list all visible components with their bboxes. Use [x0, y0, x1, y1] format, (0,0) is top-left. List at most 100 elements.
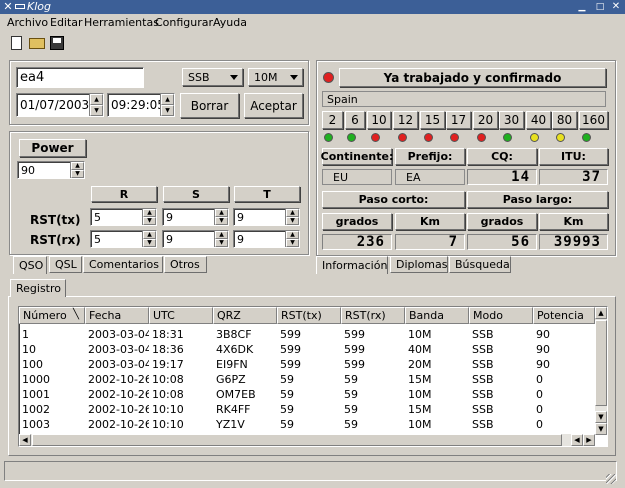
table-row[interactable]: 10 2003-03-04 18:36 4X6DK 599 599 40M SSB 90 [19, 342, 595, 357]
accept-button[interactable]: Aceptar [244, 93, 303, 118]
rst-tx-s-input[interactable]: 9 ▲ ▼ [162, 208, 229, 226]
rst-tx-t-input[interactable]: 9 ▲ ▼ [233, 208, 300, 226]
band-button-30[interactable]: 30 [499, 111, 524, 129]
power-spinner[interactable]: ▲ ▼ [70, 162, 84, 178]
rst-rx-s-input[interactable]: 9 ▲ ▼ [162, 230, 229, 248]
column-header-rst-tx[interactable]: RST(tx) [277, 307, 341, 324]
column-header-rst-rx[interactable]: RST(rx) [341, 307, 405, 324]
rst-rx-r-input[interactable]: 5 ▲ ▼ [90, 230, 157, 248]
prefix-label: Prefijo: [395, 148, 465, 165]
close-icon[interactable]: ✕ [610, 1, 622, 13]
maximize-icon[interactable]: □ [594, 1, 606, 13]
band-button-10[interactable]: 10 [367, 111, 391, 129]
column-header-banda[interactable]: Banda [405, 307, 469, 324]
horizontal-scrollbar[interactable]: ◀ ◀ ▶ [19, 434, 595, 446]
callsign-input[interactable]: ea4 [16, 67, 144, 88]
minimize-icon[interactable]: ▁ [576, 1, 588, 13]
cell-rst-rx: 599 [344, 358, 365, 371]
tab-comentarios[interactable]: Comentarios [83, 256, 163, 273]
table-row[interactable]: 1000 2002-10-26 10:08 G6PZ 59 59 15M SSB 0 [19, 372, 595, 387]
menu-ayuda[interactable]: Ayuda [213, 16, 247, 29]
band-select[interactable]: 10M [248, 68, 303, 86]
scroll-up-icon[interactable]: ▲ [595, 307, 607, 319]
save-icon[interactable] [50, 36, 64, 50]
horizontal-scroll-thumb[interactable] [32, 434, 562, 446]
mode-select[interactable]: SSB [182, 68, 243, 86]
time-input[interactable]: 09:29:05 ▲ ▼ [107, 93, 175, 117]
menu-archivo[interactable]: Archivo [7, 16, 48, 29]
column-header-numero[interactable]: Número ╲ [19, 307, 85, 324]
short-km-label: Km [395, 213, 465, 230]
band-button-2[interactable]: 2 [322, 111, 343, 129]
rst-tx-s-value: 9 [166, 210, 173, 224]
rst-rx-t-spinner[interactable]: ▲ ▼ [285, 231, 299, 247]
band-led-6-icon [347, 133, 356, 142]
band-button-17[interactable]: 17 [446, 111, 471, 129]
window-close-icon[interactable]: ✕ [2, 1, 14, 13]
clear-button[interactable]: Borrar [180, 93, 239, 118]
column-header-utc[interactable]: UTC [149, 307, 213, 324]
rst-tx-t-spinner[interactable]: ▲ ▼ [285, 209, 299, 225]
tab-busqueda[interactable]: Búsqueda [449, 256, 511, 273]
chevron-down-icon [230, 75, 238, 80]
menu-editar[interactable]: Editar [50, 16, 83, 29]
column-header-qrz[interactable]: QRZ [213, 307, 277, 324]
table-row[interactable]: 1002 2002-10-26 10:10 RK4FF 59 59 15M SSB 0 [19, 402, 595, 417]
power-button[interactable]: Power [19, 139, 86, 157]
short-km-value: 7 [395, 234, 465, 250]
table-row[interactable]: 100 2003-03-04 19:17 EI9FN 599 599 20M SSB 90 [19, 357, 595, 372]
band-led-40-icon [530, 133, 539, 142]
title-bar[interactable]: ✕ Klog ▁ □ ✕ [0, 0, 625, 14]
date-input[interactable]: 01/07/2003 ▲ ▼ [16, 93, 104, 117]
band-buttons: 2 6 10 12 15 17 20 30 40 80 160 [322, 111, 608, 129]
tab-qsl[interactable]: QSL [49, 256, 82, 273]
rst-rx-s-spinner[interactable]: ▲ ▼ [214, 231, 228, 247]
tab-diplomas[interactable]: Diplomas [390, 256, 448, 273]
tab-qso[interactable]: QSO [13, 256, 47, 274]
band-button-12[interactable]: 12 [393, 111, 418, 129]
scroll-right-icon[interactable]: ▶ [583, 434, 595, 446]
resize-grip-icon[interactable] [606, 474, 616, 484]
rst-tx-r-input[interactable]: 5 ▲ ▼ [90, 208, 157, 226]
tab-registro[interactable]: Registro [10, 279, 66, 297]
power-input[interactable]: 90 ▲ ▼ [17, 161, 85, 179]
rst-tx-r-spinner[interactable]: ▲ ▼ [142, 209, 156, 225]
cell-potencia: 90 [536, 358, 550, 371]
mode-value: SSB [188, 70, 210, 84]
band-button-40[interactable]: 40 [526, 111, 551, 129]
band-button-20[interactable]: 20 [473, 111, 498, 129]
scroll-left-end-icon[interactable]: ◀ [571, 434, 583, 446]
table-row[interactable]: 1 2003-03-04 18:31 3B8CF 599 599 10M SSB 90 [19, 327, 595, 342]
scroll-down-end-icon[interactable]: ▼ [595, 423, 607, 435]
rst-rx-r-spinner[interactable]: ▲ ▼ [142, 231, 156, 247]
cell-rst-tx: 599 [280, 358, 301, 371]
band-button-6[interactable]: 6 [345, 111, 365, 129]
vertical-scroll-thumb[interactable] [595, 320, 607, 406]
menu-configurar[interactable]: Configurar [155, 16, 213, 29]
table-row[interactable]: 1003 2002-10-26 10:10 YZ1V 59 59 10M SSB 0 [19, 417, 595, 432]
cell-modo: SSB [472, 358, 494, 371]
scroll-down-icon[interactable]: ▼ [595, 411, 607, 423]
tab-otros[interactable]: Otros [164, 256, 207, 273]
band-button-15[interactable]: 15 [420, 111, 445, 129]
band-button-160[interactable]: 160 [579, 111, 608, 129]
scroll-left-icon[interactable]: ◀ [19, 434, 31, 446]
rst-rx-t-input[interactable]: 9 ▲ ▼ [233, 230, 300, 248]
column-header-modo[interactable]: Modo [469, 307, 533, 324]
status-button[interactable]: Ya trabajado y confirmado [339, 68, 606, 87]
column-header-fecha[interactable]: Fecha [85, 307, 149, 324]
band-button-80[interactable]: 80 [552, 111, 577, 129]
date-spinner[interactable]: ▲ ▼ [89, 94, 103, 116]
open-folder-icon[interactable] [29, 38, 45, 49]
menu-herramientas[interactable]: Herramientas [84, 16, 159, 29]
time-spinner[interactable]: ▲ ▼ [160, 94, 174, 116]
column-header-potencia[interactable]: Potencia [533, 307, 595, 324]
new-file-icon[interactable] [11, 36, 22, 50]
band-led-20-icon [477, 133, 486, 142]
cell-banda: 40M [408, 343, 432, 356]
vertical-scrollbar[interactable]: ▲ ▼ ▼ [595, 307, 607, 435]
table-row[interactable]: 1001 2002-10-26 10:08 OM7EB 59 59 10M SSB 0 [19, 387, 595, 402]
rst-tx-s-spinner[interactable]: ▲ ▼ [214, 209, 228, 225]
log-table[interactable]: Número ╲ Fecha UTC QRZ RST(tx) RST(rx) Ba… [18, 306, 608, 447]
tab-informacion[interactable]: Información [316, 256, 388, 274]
